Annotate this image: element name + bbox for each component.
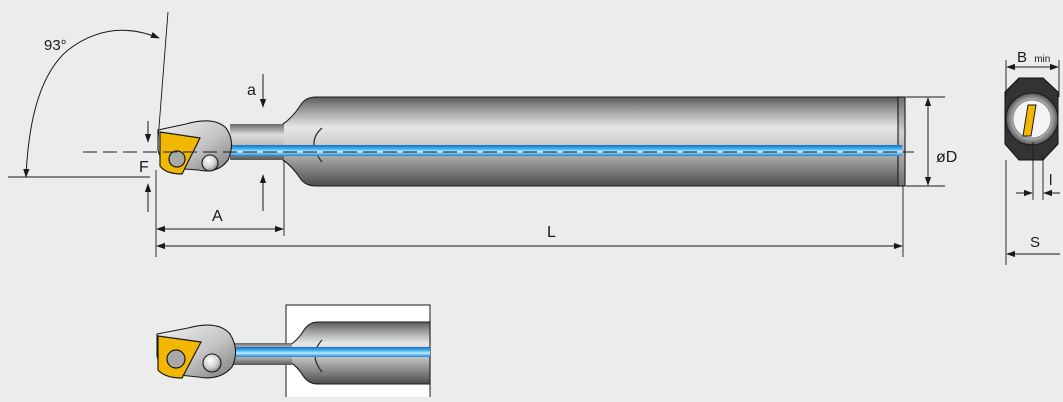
b-sub-text: min <box>1034 54 1050 65</box>
end-view: B min l S <box>1004 49 1060 265</box>
bottom-coolant-ball <box>202 353 222 373</box>
bottom-view <box>156 304 431 399</box>
insert-screw <box>168 150 186 168</box>
angle-label: 93° <box>44 37 67 54</box>
l-dim-label: L <box>547 224 556 241</box>
b-main-text: B <box>1017 49 1027 66</box>
main-view: 93° F a A L øD <box>8 11 957 257</box>
drawing-canvas: 93° F a A L øD B min l S <box>0 0 1063 399</box>
bar-shank <box>282 96 904 187</box>
s-label: S <box>1030 234 1040 251</box>
b-min-label: B min <box>1017 49 1050 66</box>
l-small-label: l <box>1049 172 1052 189</box>
boring-bar-drawing: 93° F a A L øD B min l S <box>8 11 1060 399</box>
bottom-insert-screw <box>166 349 186 369</box>
f-label: F <box>139 159 149 176</box>
a-dim-label: A <box>212 208 223 225</box>
bar-end-face <box>897 96 906 187</box>
cutting-edge-line <box>157 11 169 141</box>
coolant-channel <box>228 145 902 156</box>
d-dim-label: øD <box>936 149 957 166</box>
a-label: a <box>247 82 256 99</box>
coolant-ball <box>201 154 219 172</box>
bottom-coolant-channel <box>230 347 430 357</box>
